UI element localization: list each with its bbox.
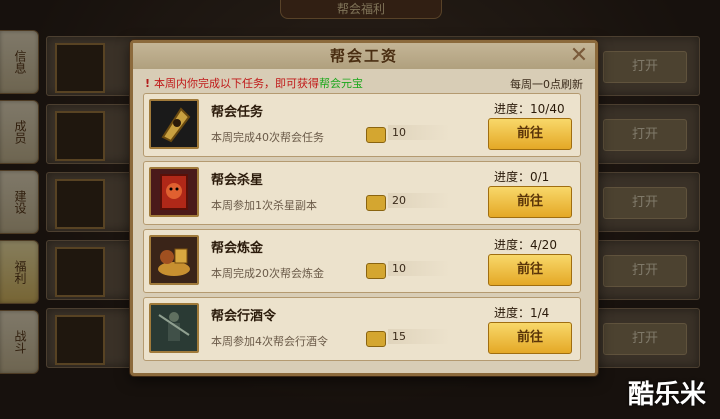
go-button[interactable]: 前往 (488, 322, 572, 354)
task-name: 帮会炼金 (211, 241, 264, 256)
ingot-icon (366, 331, 386, 347)
task-description: 本周完成20次帮会炼金 (211, 267, 324, 280)
task-name: 帮会行酒令 (211, 309, 277, 324)
reward-amount: 10 (392, 126, 406, 139)
ingot-icon (366, 263, 386, 279)
notice-highlight: 帮会元宝 (319, 77, 364, 90)
task-progress: 进度：10/40 (494, 102, 565, 116)
task-row: 帮会任务 本周完成40次帮会任务 10 进度：10/40 前往 (143, 93, 581, 157)
task-name: 帮会任务 (211, 105, 264, 120)
guild-salary-dialog: 帮会工资 ✕ ! 本周内你完成以下任务，即可获得帮会元宝 每周一0点刷新 帮会任务… (130, 40, 598, 376)
dialog-title: 帮会工资 (133, 43, 595, 69)
notice-prefix: 本周内你完成以下任务，即可获得 (154, 77, 320, 90)
notice-text: ! 本周内你完成以下任务，即可获得帮会元宝 (145, 75, 363, 91)
task-progress: 进度：0/1 (494, 170, 550, 184)
demon-banner-icon (149, 167, 199, 217)
go-button[interactable]: 前往 (488, 118, 572, 150)
task-description: 本周完成40次帮会任务 (211, 131, 324, 144)
warrior-figure-icon (149, 303, 199, 353)
task-row: 帮会杀星 本周参加1次杀星副本 20 进度：0/1 前往 (143, 161, 581, 225)
task-description: 本周参加1次杀星副本 (211, 199, 317, 212)
task-description: 本周参加4次帮会行酒令 (211, 335, 328, 348)
refresh-info: 每周一0点刷新 (510, 78, 583, 91)
medal-icon (149, 99, 199, 149)
task-row: 帮会炼金 本周完成20次帮会炼金 10 进度：4/20 前往 (143, 229, 581, 293)
ingot-icon (366, 195, 386, 211)
watermark-logo: 酷乐米 (627, 380, 706, 410)
reward-amount: 10 (392, 262, 406, 275)
ingot-icon (366, 127, 386, 143)
reward-amount: 20 (392, 194, 406, 207)
gold-treasure-icon (149, 235, 199, 285)
task-name: 帮会杀星 (211, 173, 264, 188)
reward-amount: 15 (392, 330, 406, 343)
task-progress: 进度：1/4 (494, 306, 550, 320)
task-progress: 进度：4/20 (494, 238, 557, 252)
go-button[interactable]: 前往 (488, 254, 572, 286)
task-row: 帮会行酒令 本周参加4次帮会行酒令 15 进度：1/4 前往 (143, 297, 581, 361)
go-button[interactable]: 前往 (488, 186, 572, 218)
warning-icon: ! (145, 77, 151, 90)
close-icon[interactable]: ✕ (567, 45, 591, 69)
